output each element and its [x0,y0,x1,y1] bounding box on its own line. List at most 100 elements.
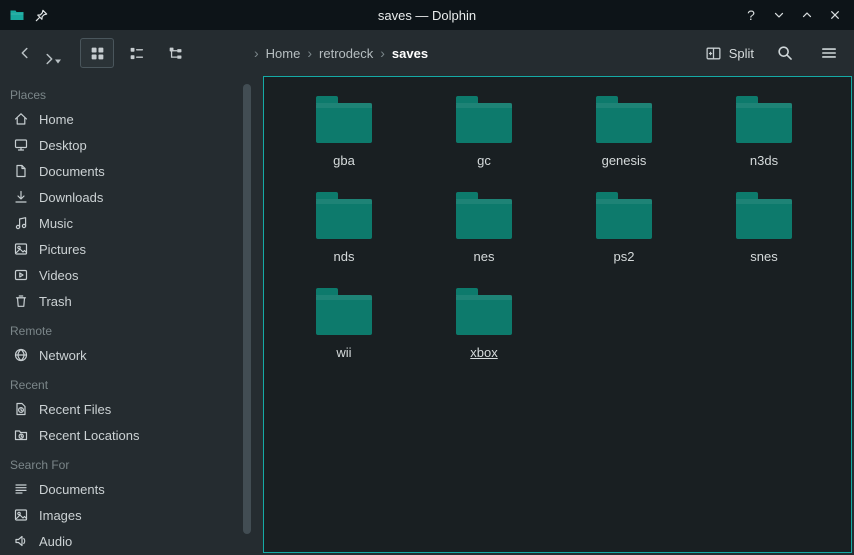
folder-snes[interactable]: snes [694,187,834,283]
sidebar-item-label: Audio [39,534,72,549]
icons-view-button[interactable] [80,38,114,68]
network-icon [13,347,29,363]
sidebar-item-documents[interactable]: Documents [0,476,240,502]
folder-n3ds[interactable]: n3ds [694,91,834,187]
sidebar-item-audio[interactable]: Audio [0,528,240,554]
search-button[interactable] [772,40,798,66]
folder-icon [736,199,792,239]
recent-files-icon [13,401,29,417]
video-icon [13,267,29,283]
sidebar-item-documents[interactable]: Documents [0,158,240,184]
help-button[interactable]: ? [741,5,761,25]
scrollbar-thumb[interactable] [243,84,251,534]
split-view-icon [705,45,722,62]
folder-xbox[interactable]: xbox [414,283,554,379]
audio-icon [13,533,29,549]
forward-history-caret-icon[interactable] [54,57,62,65]
breadcrumb-item-home[interactable]: Home [266,46,301,61]
sidebar-item-recent-files[interactable]: Recent Files [0,396,240,422]
sidebar-section-search-for: Search For [0,454,240,476]
sidebar-scrollbar[interactable] [240,76,254,555]
sidebar-item-label: Home [39,112,74,127]
folder-icon [456,103,512,143]
breadcrumb-item-saves[interactable]: saves [392,46,428,61]
folder-gc[interactable]: gc [414,91,554,187]
music-icon [13,215,29,231]
sidebar-item-label: Desktop [39,138,87,153]
sidebar: Places Home Desktop Documents Downloads Music… [0,76,240,555]
folder-icon [596,103,652,143]
folder-label: nes [474,250,495,263]
folder-icon [596,199,652,239]
titlebar: saves — Dolphin ? [0,0,854,30]
sidebar-item-label: Videos [39,268,79,283]
maximize-button[interactable] [797,5,817,25]
breadcrumb: › Home › retrodeck › saves [254,45,428,61]
folder-icon [456,199,512,239]
desktop-icon [13,137,29,153]
breadcrumb-separator-icon: › [254,45,259,61]
back-button[interactable] [12,39,38,67]
sidebar-item-images[interactable]: Images [0,502,240,528]
details-view-button[interactable] [119,38,153,68]
minimize-button[interactable] [769,5,789,25]
split-button[interactable]: Split [705,45,754,62]
folder-label: n3ds [750,154,778,167]
folder-icon [316,295,372,335]
sidebar-item-videos[interactable]: Videos [0,262,240,288]
folder-nes[interactable]: nes [414,187,554,283]
recent-locations-icon [13,427,29,443]
sidebar-item-music[interactable]: Music [0,210,240,236]
folder-label: nds [334,250,355,263]
sidebar-item-downloads[interactable]: Downloads [0,184,240,210]
folder-grid: gba gc genesis n3ds nds nes ps2 snes wii xbox [264,77,851,379]
sidebar-section-recent: Recent [0,374,240,396]
sidebar-item-label: Images [39,508,82,523]
forward-button[interactable] [38,39,64,67]
sidebar-item-label: Trash [39,294,72,309]
folder-label: snes [750,250,777,263]
sidebar-item-desktop[interactable]: Desktop [0,132,240,158]
folder-icon [456,295,512,335]
folder-view[interactable]: gba gc genesis n3ds nds nes ps2 snes wii xbox [263,76,852,553]
folder-genesis[interactable]: genesis [554,91,694,187]
folder-label: genesis [602,154,647,167]
sidebar-item-label: Recent Locations [39,428,139,443]
folder-nds[interactable]: nds [274,187,414,283]
view-mode-group [80,38,192,68]
download-icon [13,189,29,205]
sidebar-item-pictures[interactable]: Pictures [0,236,240,262]
sidebar-item-label: Music [39,216,73,231]
folder-label: xbox [470,346,497,359]
document-icon [13,163,29,179]
folder-icon [316,103,372,143]
folder-label: wii [336,346,351,359]
doc-lines-icon [13,481,29,497]
sidebar-item-recent-locations[interactable]: Recent Locations [0,422,240,448]
app-folder-icon[interactable] [9,7,25,23]
tree-view-button[interactable] [158,38,192,68]
sidebar-item-label: Pictures [39,242,86,257]
close-button[interactable] [825,5,845,25]
sidebar-section-remote: Remote [0,320,240,342]
split-button-label: Split [729,46,754,61]
image-icon [13,241,29,257]
breadcrumb-separator-icon: › [307,45,312,61]
folder-label: gc [477,154,491,167]
sidebar-item-label: Documents [39,164,105,179]
sidebar-item-home[interactable]: Home [0,106,240,132]
sidebar-item-network[interactable]: Network [0,342,240,368]
pin-icon[interactable] [34,8,49,23]
folder-gba[interactable]: gba [274,91,414,187]
breadcrumb-separator-icon: › [380,45,385,61]
folder-label: ps2 [614,250,635,263]
sidebar-item-label: Network [39,348,87,363]
sidebar-item-trash[interactable]: Trash [0,288,240,314]
breadcrumb-item-retrodeck[interactable]: retrodeck [319,46,373,61]
folder-ps2[interactable]: ps2 [554,187,694,283]
home-icon [13,111,29,127]
sidebar-section-places: Places [0,84,240,106]
hamburger-menu-button[interactable] [816,40,842,66]
folder-label: gba [333,154,355,167]
folder-wii[interactable]: wii [274,283,414,379]
